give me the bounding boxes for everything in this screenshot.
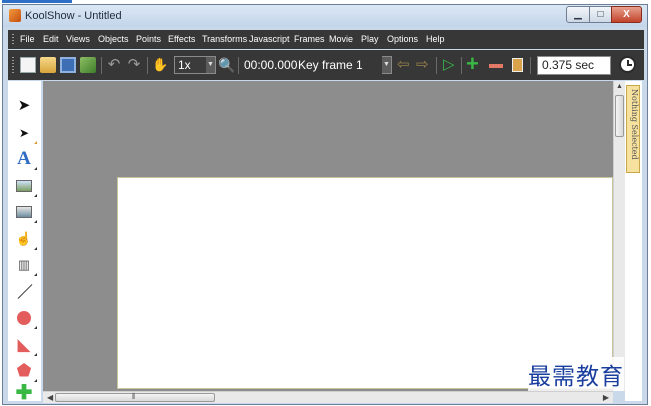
image-icon: [16, 180, 32, 192]
image-sequence-icon: [16, 206, 32, 218]
clock-icon[interactable]: [619, 56, 636, 73]
menubar-grip-icon[interactable]: [12, 34, 14, 45]
close-button[interactable]: X: [611, 6, 642, 23]
hand-button-icon: ☝: [15, 231, 33, 246]
keyframe-label: Key frame 1: [298, 58, 363, 72]
zoom-select[interactable]: 1x ▼: [174, 56, 216, 74]
menu-transforms[interactable]: Transforms: [202, 34, 247, 44]
new-page-icon[interactable]: [20, 57, 36, 73]
menu-file[interactable]: File: [20, 34, 35, 44]
watermark-text: 最需教育: [528, 357, 624, 391]
scroll-grip-icon: ⦀: [132, 392, 136, 401]
button-tool[interactable]: ☝: [15, 230, 37, 250]
vertical-scrollbar[interactable]: ▲: [613, 81, 625, 391]
menu-frames[interactable]: Frames: [294, 34, 325, 44]
add-frame-icon[interactable]: +: [466, 53, 479, 75]
remove-frame-icon[interactable]: [489, 64, 503, 68]
canvas-area[interactable]: [43, 81, 613, 391]
frame-properties-icon[interactable]: [512, 58, 523, 72]
circle-icon: [17, 311, 31, 325]
side-panel: Nothing Selected: [625, 81, 642, 401]
scroll-up-icon[interactable]: ▲: [616, 83, 623, 90]
text-tool[interactable]: A: [15, 148, 37, 170]
menu-help[interactable]: Help: [426, 34, 445, 44]
toolbar-grip-icon[interactable]: [12, 57, 14, 73]
tool-palette: ➤ ➤ A ☝ ▥ ◣ ⬟ ✚: [8, 81, 41, 403]
menu-play[interactable]: Play: [361, 34, 379, 44]
path-icon: ◣: [17, 335, 31, 354]
horizontal-scrollbar[interactable]: ◀ ⦀ ▶: [43, 391, 613, 403]
menu-effects[interactable]: Effects: [168, 34, 195, 44]
keyframe-select[interactable]: ▼: [382, 56, 392, 74]
next-frame-icon[interactable]: ⇨: [416, 57, 429, 73]
side-tab-label: Nothing Selected: [630, 89, 639, 160]
image-tool[interactable]: [15, 177, 37, 197]
image-sequence-tool[interactable]: [15, 203, 37, 223]
redo-icon[interactable]: ↷: [126, 57, 142, 73]
nothing-selected-tab[interactable]: Nothing Selected: [626, 85, 640, 173]
circle-tool[interactable]: [15, 309, 37, 329]
menu-edit[interactable]: Edit: [43, 34, 59, 44]
plus-icon: ✚: [15, 382, 33, 404]
vertical-scroll-thumb[interactable]: [615, 95, 624, 137]
menu-views[interactable]: Views: [66, 34, 90, 44]
menu-objects[interactable]: Objects: [98, 34, 129, 44]
point-arrow-icon: ➤: [18, 126, 30, 140]
film-tool[interactable]: ▥: [15, 256, 37, 276]
point-select-tool[interactable]: ➤: [15, 124, 37, 144]
koolshow-app-icon: [9, 9, 21, 22]
menu-bar: File Edit Views Objects Points Effects T…: [8, 30, 644, 49]
select-arrow-tool[interactable]: ➤: [15, 97, 33, 115]
horizontal-scroll-thumb[interactable]: ⦀: [55, 392, 215, 402]
chevron-down-icon: ▼: [382, 57, 391, 73]
zoom-icon[interactable]: 🔍: [218, 57, 235, 73]
text-icon: A: [17, 148, 31, 169]
open-folder-icon[interactable]: [40, 57, 56, 73]
path-tool[interactable]: ◣: [15, 335, 37, 356]
window-title: KoolShow - Untitled: [25, 10, 122, 22]
add-point-tool[interactable]: ✚: [15, 383, 33, 406]
menu-movie[interactable]: Movie: [329, 34, 353, 44]
menu-points[interactable]: Points: [136, 34, 161, 44]
save-icon[interactable]: [60, 57, 76, 73]
chevron-down-icon: ▼: [206, 57, 215, 73]
hand-icon[interactable]: ✋: [152, 57, 168, 73]
prev-frame-icon[interactable]: ⇦: [397, 57, 410, 73]
play-icon[interactable]: ▷: [443, 56, 455, 74]
main-toolbar: ↶ ↷ ✋ 1x ▼ 🔍 00:00.000 Key frame 1 ▼ ⇦ ⇨…: [8, 50, 644, 80]
film-icon: ▥: [17, 257, 31, 272]
line-tool[interactable]: [15, 283, 33, 301]
time-readout: 00:00.000: [244, 58, 298, 72]
arrow-icon: ➤: [17, 97, 31, 114]
menu-javascript[interactable]: Javascript: [249, 34, 290, 44]
maximize-button[interactable]: □: [589, 6, 612, 23]
polygon-tool[interactable]: ⬟: [15, 361, 37, 382]
minimize-button[interactable]: ▁: [566, 6, 590, 23]
title-bar: KoolShow - Untitled ▁ □ X: [3, 5, 647, 27]
scroll-left-icon[interactable]: ◀: [47, 393, 53, 402]
duration-field[interactable]: 0.375 sec: [537, 56, 611, 75]
menu-options[interactable]: Options: [387, 34, 418, 44]
polygon-icon: ⬟: [16, 361, 32, 380]
line-icon: [17, 284, 33, 299]
app-window: KoolShow - Untitled ▁ □ X File Edit View…: [2, 4, 648, 405]
scroll-right-icon[interactable]: ▶: [603, 393, 609, 402]
copy-icon[interactable]: [80, 57, 96, 73]
undo-icon[interactable]: ↶: [106, 57, 122, 73]
zoom-value: 1x: [178, 58, 191, 72]
